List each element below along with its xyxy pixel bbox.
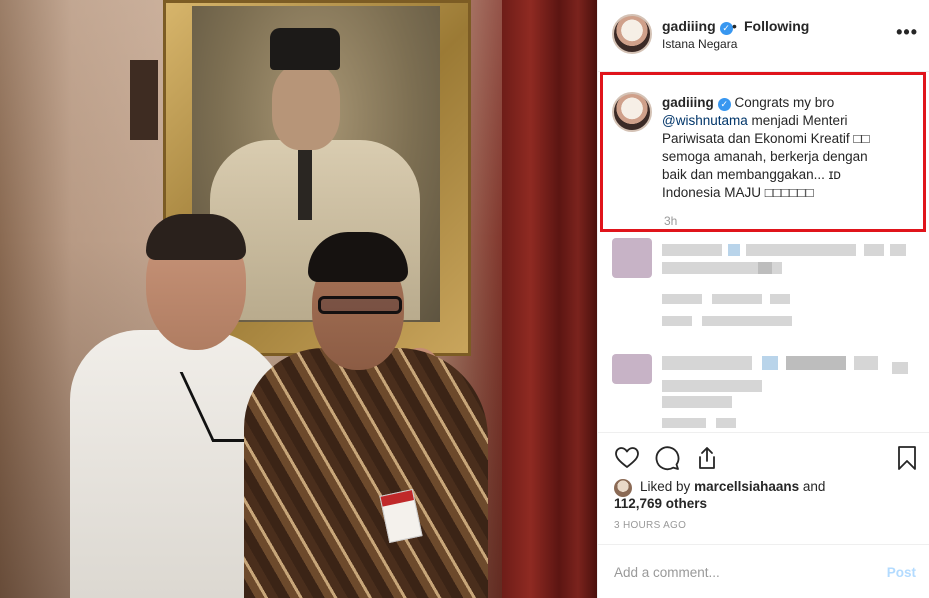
- post-header: gadiiing ✓ • Following Istana Negara •••: [598, 0, 929, 72]
- action-bar: [598, 432, 929, 482]
- caption-text: gadiiing ✓ Congrats my bro @wishnutama me…: [662, 94, 892, 202]
- caption-time[interactable]: 3h: [664, 214, 677, 228]
- blurred-comments: [598, 232, 929, 430]
- red-curtain: [502, 0, 597, 598]
- following-button[interactable]: Following: [744, 18, 809, 34]
- portrait-tie: [298, 150, 312, 220]
- likes-conjunction: and: [802, 479, 826, 494]
- comment-icon[interactable]: [654, 445, 680, 471]
- header-separator: •: [732, 18, 737, 34]
- likes-prefix: Liked by: [640, 479, 691, 494]
- post-photo[interactable]: [0, 0, 597, 598]
- glasses: [318, 296, 402, 314]
- comment-input[interactable]: Add a comment...: [614, 565, 720, 580]
- author-username-text[interactable]: gadiiing: [662, 18, 716, 34]
- verified-badge-icon: ✓: [719, 22, 733, 35]
- bookmark-icon[interactable]: [894, 445, 920, 471]
- likes-line-1: Liked by marcellsiahaans and: [640, 478, 825, 496]
- location-link[interactable]: Istana Negara: [662, 37, 737, 51]
- post-comment-button[interactable]: Post: [887, 565, 916, 580]
- person-right-batik-shirt: [244, 348, 488, 598]
- comment-bar: Add a comment... Post: [598, 544, 929, 598]
- portrait-face: [272, 64, 340, 150]
- portrait-cap: [270, 28, 340, 70]
- more-options-icon[interactable]: •••: [896, 22, 918, 43]
- photo-door: [130, 60, 158, 140]
- person-left-hair: [146, 214, 246, 260]
- post-timestamp[interactable]: 3 HOURS AGO: [614, 520, 686, 531]
- caption-verified-icon: ✓: [717, 98, 731, 111]
- heart-icon[interactable]: [614, 445, 640, 471]
- author-username[interactable]: gadiiing ✓: [662, 18, 733, 35]
- caption-avatar[interactable]: [612, 92, 652, 132]
- caption-text-start: Congrats my bro: [734, 95, 835, 110]
- post-side-panel: gadiiing ✓ • Following Istana Negara ••• …: [597, 0, 929, 598]
- author-avatar[interactable]: [612, 14, 652, 54]
- liker-username[interactable]: marcellsiahaans: [694, 479, 799, 494]
- caption-username[interactable]: gadiiing: [662, 95, 714, 110]
- share-icon[interactable]: [694, 445, 720, 471]
- likes-others-link[interactable]: 112,769 others: [614, 495, 707, 513]
- caption-mention-link[interactable]: @wishnutama: [662, 113, 748, 128]
